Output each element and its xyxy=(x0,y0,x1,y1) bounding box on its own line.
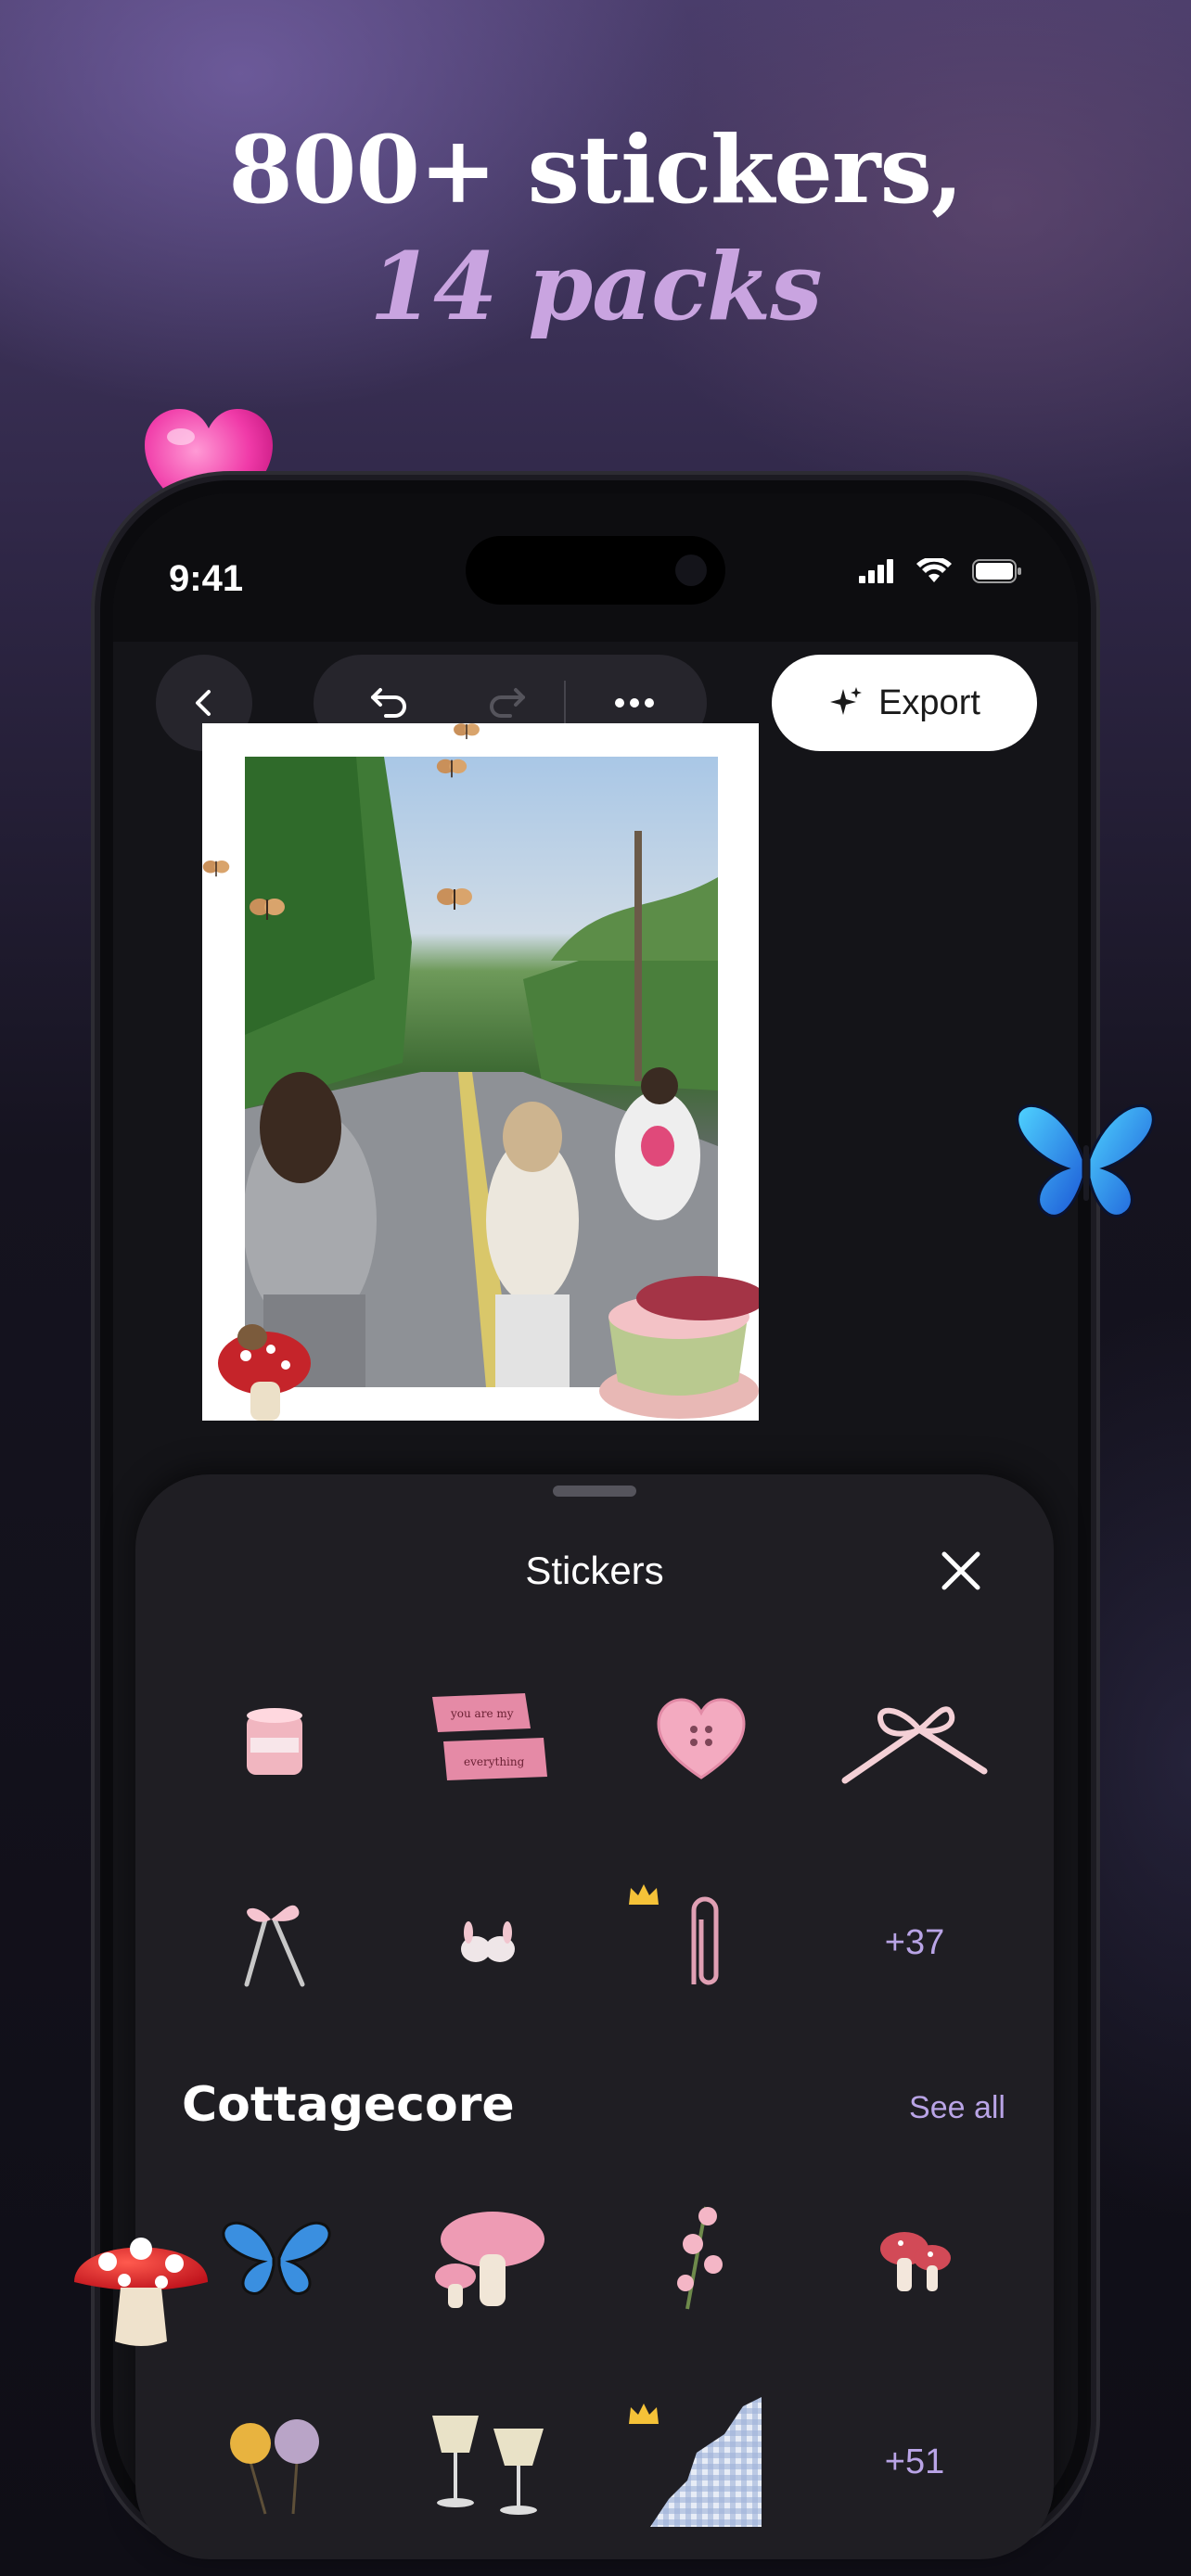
flowers-icon xyxy=(677,2206,723,2310)
mushroom-sticker-icon xyxy=(218,1324,311,1421)
sticker-dessert-glasses[interactable] xyxy=(395,2383,581,2541)
butterfly-icon xyxy=(222,2222,331,2295)
dessert-glasses-icon xyxy=(432,2416,544,2515)
status-bar: 9:41 xyxy=(113,493,1078,642)
sticker-bow-clip[interactable] xyxy=(182,1864,367,2021)
more-stickers-button[interactable]: +51 xyxy=(822,2383,1007,2541)
candle-icon xyxy=(247,1708,302,1775)
red-mushrooms-icon xyxy=(880,2232,951,2291)
camera-icon xyxy=(675,555,707,586)
butterfly-sticker-icon xyxy=(250,899,285,920)
redo-icon xyxy=(490,688,525,718)
sticker-pansies[interactable] xyxy=(182,2383,367,2541)
sticker-tape-note[interactable]: you are my everything xyxy=(395,1660,581,1817)
tape-note-icon: you are my everything xyxy=(432,1693,547,1780)
sparkle-icon xyxy=(830,687,863,715)
wifi-icon xyxy=(916,558,952,582)
toolbar-divider xyxy=(564,681,566,725)
pansies-icon xyxy=(230,2419,319,2515)
ribbon-bow-icon xyxy=(841,1706,988,1784)
redo-button[interactable] xyxy=(482,679,531,727)
sticker-red-mushrooms[interactable] xyxy=(822,2179,1007,2337)
pink-mushroom-icon xyxy=(435,2212,544,2308)
status-icons xyxy=(859,558,1022,584)
blue-butterfly-sticker-icon xyxy=(1016,1103,1155,1218)
tape-text-2: everything xyxy=(464,1755,525,1768)
battery-icon xyxy=(972,559,1021,583)
butterfly-sticker-icon xyxy=(437,888,472,910)
more-count: +37 xyxy=(884,1922,945,1962)
undo-icon xyxy=(371,688,406,718)
more-dots-icon xyxy=(615,698,654,708)
sticker-candle[interactable] xyxy=(182,1660,367,1817)
premium-crown-icon xyxy=(629,2404,659,2424)
section-title: Cottagecore xyxy=(182,2077,515,2133)
headline-line-2: 14 packs xyxy=(369,232,822,341)
see-all-link[interactable]: See all xyxy=(909,2090,1005,2126)
sticker-flowers[interactable] xyxy=(608,2179,794,2337)
teacup-sticker-icon xyxy=(599,1276,759,1419)
undo-button[interactable] xyxy=(365,679,414,727)
cellular-signal-icon xyxy=(859,559,893,583)
tape-text-1: you are my xyxy=(450,1707,514,1720)
heart-button-icon xyxy=(657,1698,746,1779)
dynamic-island xyxy=(466,536,725,605)
sticker-bunnies[interactable] xyxy=(395,1864,581,2021)
paperclip-icon xyxy=(691,1896,719,1985)
sticker-heart-button[interactable] xyxy=(608,1660,794,1817)
butterfly-sticker-icon xyxy=(436,759,467,778)
sheet-title: Stickers xyxy=(525,1549,664,1592)
butterfly-sticker-icon xyxy=(454,723,480,740)
close-icon[interactable] xyxy=(935,1545,987,1597)
chevron-left-icon xyxy=(196,690,211,716)
bow-clip-icon xyxy=(244,1905,305,1987)
promo-headline: 800+ stickers, 14 packs xyxy=(0,111,1191,345)
butterfly-sticker-icon xyxy=(202,861,230,877)
sheet-grabber[interactable] xyxy=(553,1486,636,1497)
sticker-ribbon-bow[interactable] xyxy=(822,1660,1007,1817)
headline-line-1: 800+ stickers, xyxy=(228,115,963,224)
export-label: Export xyxy=(878,682,980,722)
status-time: 9:41 xyxy=(169,558,244,599)
more-options-button[interactable] xyxy=(610,679,659,727)
export-button[interactable]: Export xyxy=(772,655,1037,751)
more-count: +51 xyxy=(884,2442,945,2481)
bunnies-icon xyxy=(461,1921,515,1962)
mushroom-sticker-icon xyxy=(74,2238,208,2346)
sticker-pink-mushroom[interactable] xyxy=(395,2179,581,2337)
premium-crown-icon xyxy=(629,1884,659,1905)
more-stickers-button[interactable]: +37 xyxy=(822,1864,1007,2021)
stickers-sheet: Stickers you are my everything +37 Cotta… xyxy=(135,1474,1054,2559)
collage-canvas[interactable] xyxy=(202,723,759,1421)
